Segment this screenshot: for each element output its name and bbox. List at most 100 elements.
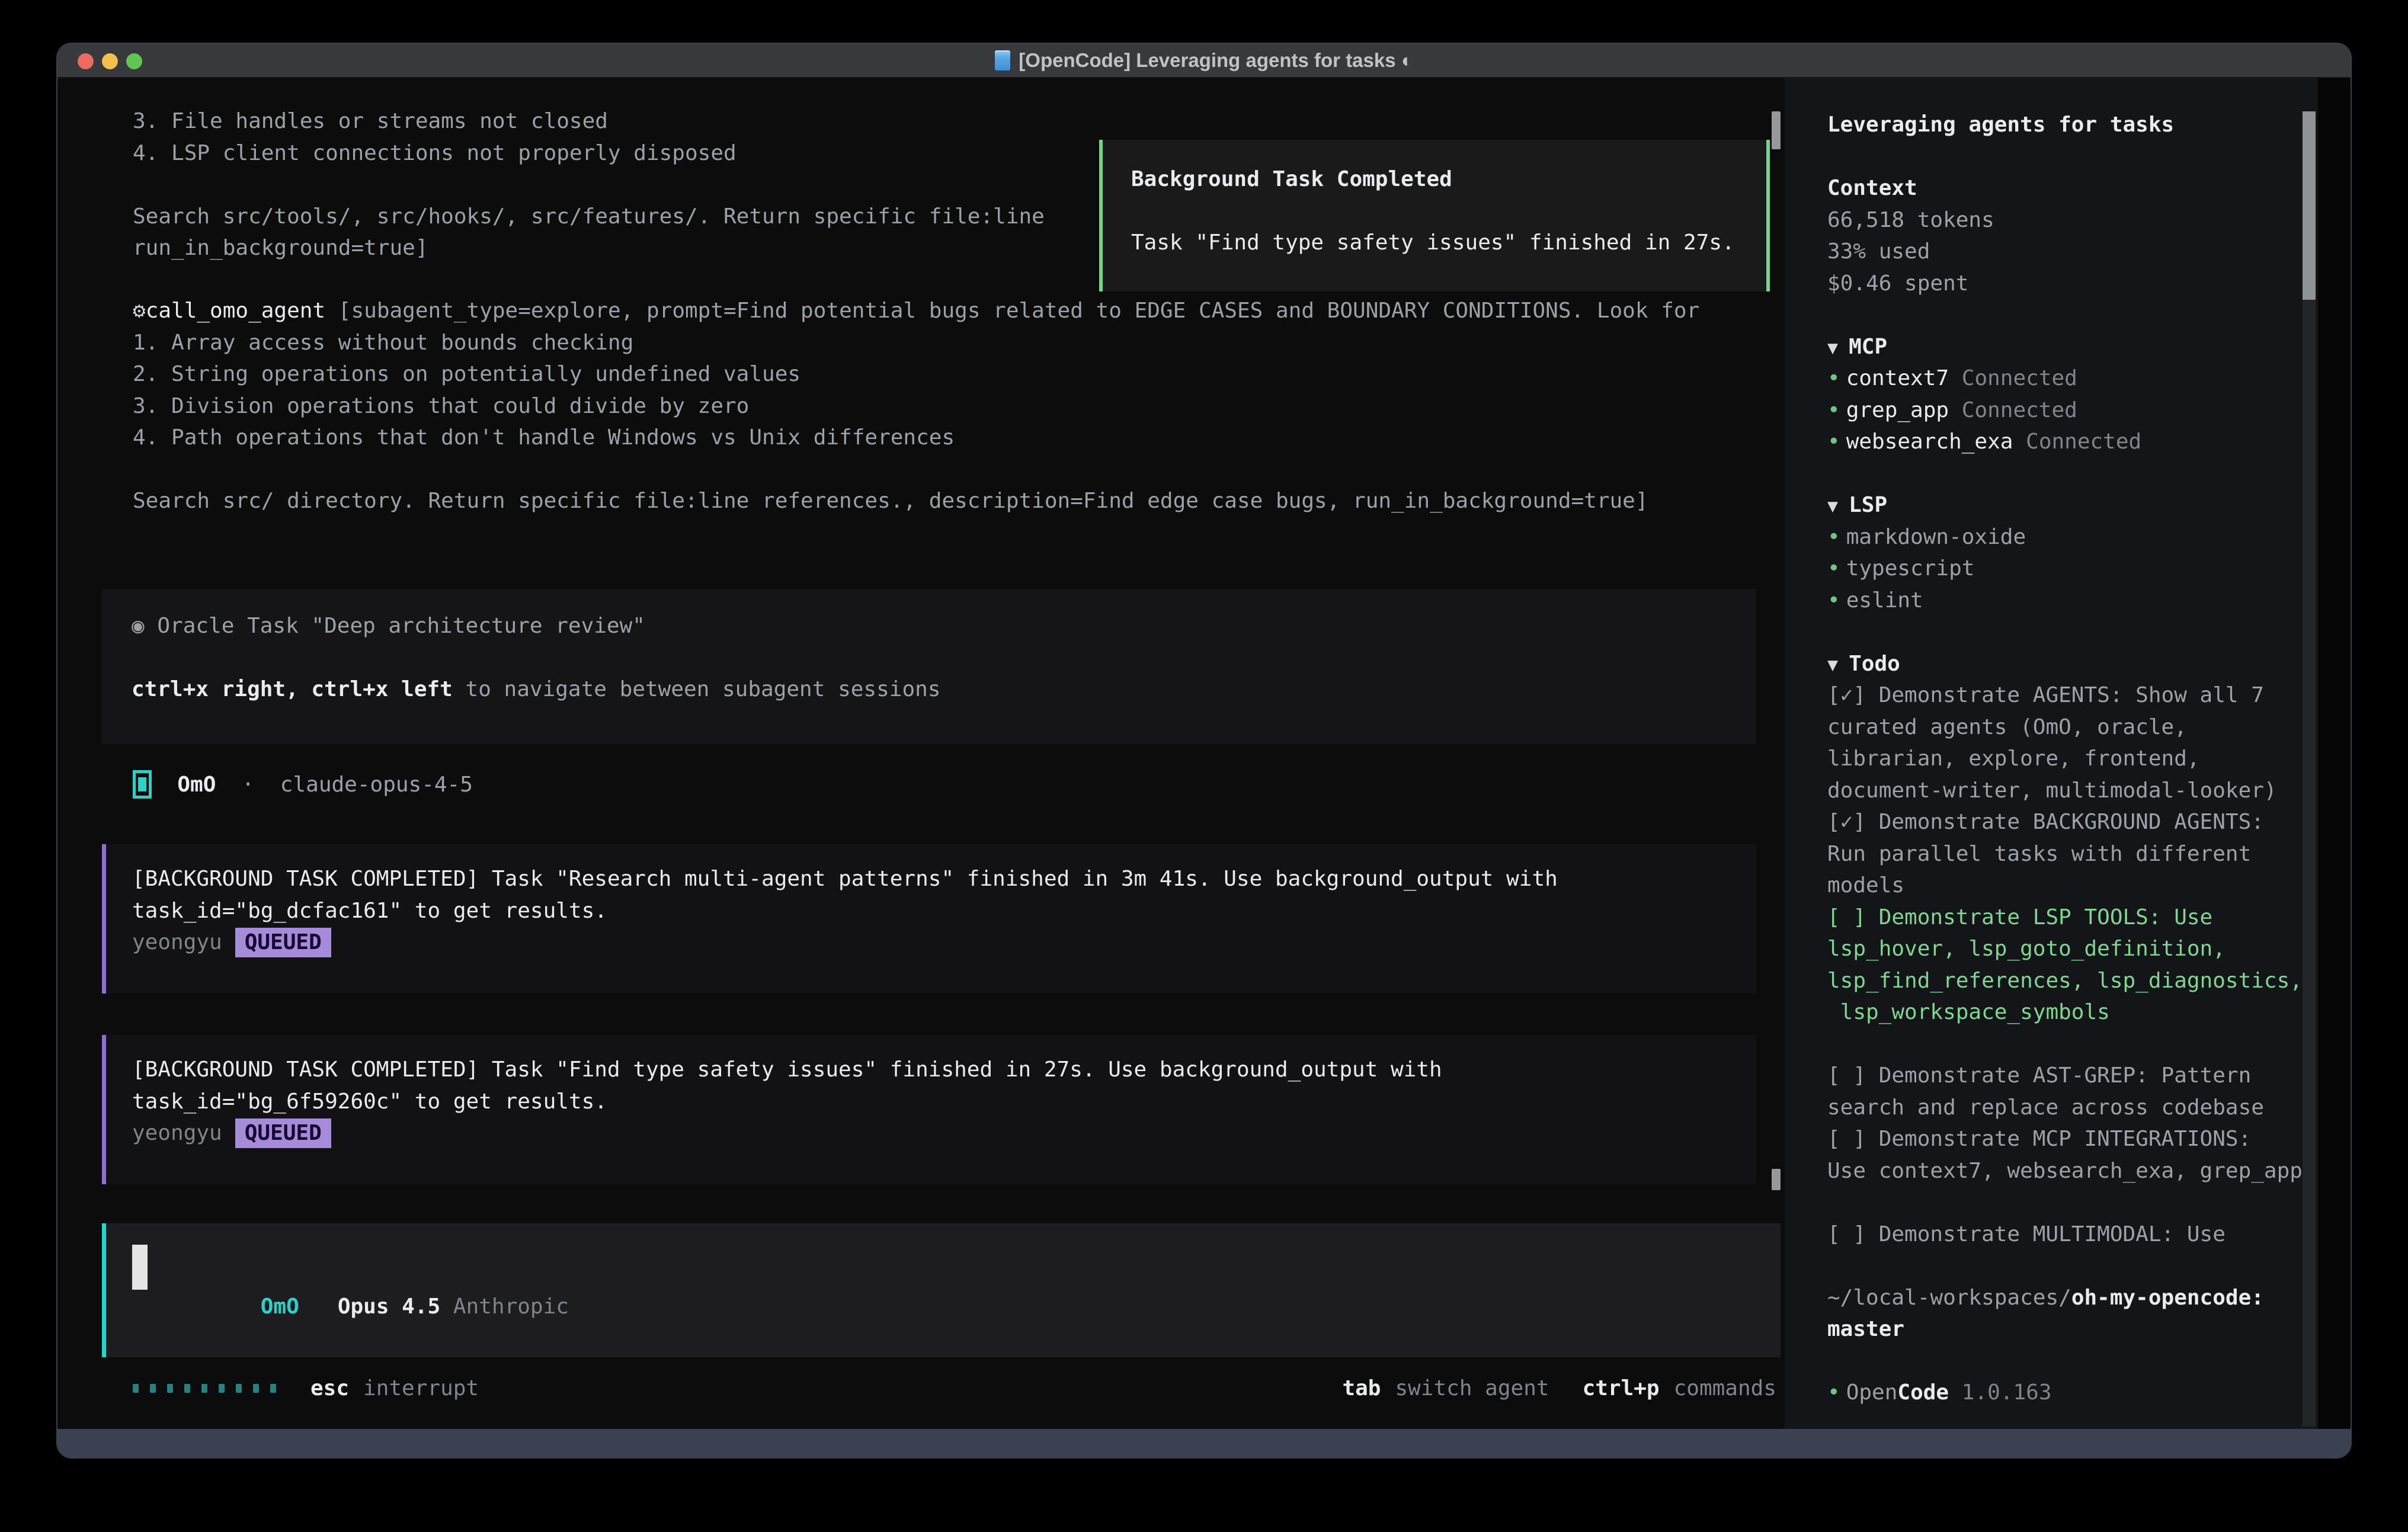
scrollback-line: run_in_background=true] (133, 232, 1045, 264)
agent-model: claude-opus-4-5 (280, 773, 473, 797)
titlebar: [OpenCode] Leveraging agents for tasks ◐ (57, 44, 2351, 78)
input-model-name[interactable]: Opus 4.5 (338, 1294, 440, 1319)
lsp-item: •markdown-oxide (1827, 521, 2294, 553)
tool-call-line: 1. Array access without bounds checking (133, 327, 1699, 359)
toast-body: Task "Find type safety issues" finished … (1131, 227, 1766, 259)
todo-line-active: lsp_find_references, lsp_diagnostics, (1827, 965, 2294, 997)
ctrlp-key-label: commands (1674, 1376, 1776, 1400)
background-task-result: [BACKGROUND TASK COMPLETED] Task "Find t… (102, 1035, 1756, 1184)
todo-line-active: lsp_hover, lsp_goto_definition, (1827, 933, 2294, 965)
window-title: [OpenCode] Leveraging agents for tasks ◐ (1019, 49, 1413, 72)
status-bullet-icon: • (1827, 1380, 1840, 1405)
status-bullet-icon: • (1827, 430, 1840, 454)
queued-badge: QUEUED (235, 928, 331, 957)
agent-name (152, 773, 177, 797)
tool-call-line: Search src/ directory. Return specific f… (133, 485, 1699, 517)
context-used: 33% used (1827, 236, 2294, 268)
task-result-line: task_id="bg_dcfac161" to get results. (132, 895, 1756, 927)
esc-key-hint: esc (310, 1376, 349, 1400)
background-task-result: [BACKGROUND TASK COMPLETED] Task "Resear… (102, 844, 1756, 993)
todo-line-done: Run parallel tasks with different (1827, 838, 2294, 870)
traffic-lights (78, 53, 142, 69)
todo-line-pending: search and replace across codebase (1827, 1092, 2294, 1124)
agent-square-icon (133, 770, 152, 799)
mcp-item: •context7 Connected (1827, 363, 2294, 395)
input-provider-name: Anthropic (453, 1294, 569, 1319)
workspace-path: ~/local-workspaces/oh-my-opencode: (1827, 1282, 2294, 1314)
esc-key-label: interrupt (363, 1376, 479, 1400)
collapse-triangle-icon: ▼ (1827, 338, 1849, 358)
close-button[interactable] (78, 53, 94, 69)
separator-dot: · (242, 773, 255, 797)
todo-line-pending: [ ] Demonstrate MCP INTEGRATIONS: (1827, 1123, 2294, 1155)
working-spinner-dots (133, 1384, 276, 1393)
task-user: yeongyu (132, 930, 222, 954)
sidebar-scrollbar-track[interactable] (2303, 111, 2316, 1427)
tool-call-line: 4. Path operations that don't handle Win… (133, 422, 1699, 454)
task-result-line: [BACKGROUND TASK COMPLETED] Task "Find t… (132, 1054, 1756, 1086)
todo-line-pending: [ ] Demonstrate AST-GREP: Pattern (1827, 1060, 2294, 1092)
task-user: yeongyu (132, 1121, 222, 1145)
chat-scrollbar-thumb[interactable] (1772, 111, 1781, 149)
minimize-button[interactable] (102, 53, 118, 69)
task-result-line: [BACKGROUND TASK COMPLETED] Task "Resear… (132, 863, 1756, 895)
todo-line-done: curated agents (OmO, oracle, (1827, 711, 2294, 743)
ctrlp-key-hint: ctrl+p (1583, 1376, 1660, 1400)
scrollback-text: 3. File handles or streams not closed 4.… (133, 105, 1045, 264)
todo-line-pending: Use context7, websearch_exa, grep_app (1827, 1155, 2294, 1187)
maximize-button[interactable] (126, 53, 142, 69)
status-bullet-icon: • (1827, 556, 1840, 581)
context-tokens: 66,518 tokens (1827, 204, 2294, 236)
task-result-line: task_id="bg_6f59260c" to get results. (132, 1086, 1756, 1118)
lsp-item: •typescript (1827, 553, 2294, 585)
status-bullet-icon: • (1827, 588, 1840, 613)
scrollback-line: Search src/tools/, src/hooks/, src/featu… (133, 201, 1045, 233)
oracle-task-title: ◉ Oracle Task "Deep architecture review" (132, 610, 1756, 642)
todo-line-done: [✓] Demonstrate BACKGROUND AGENTS: (1827, 806, 2294, 838)
chat-scrollbar-thumb[interactable] (1772, 1169, 1781, 1190)
queued-badge: QUEUED (235, 1118, 331, 1148)
todo-line-done: librarian, explore, frontend, (1827, 743, 2294, 775)
tool-call-line: 2. String operations on potentially unde… (133, 358, 1699, 390)
git-branch: master (1827, 1313, 2294, 1345)
document-icon (995, 50, 1010, 70)
mcp-item: •websearch_exa Connected (1827, 426, 2294, 458)
todo-line-done: models (1827, 870, 2294, 902)
status-bar: esc interrupt tab switch agent ctrl+p co… (133, 1373, 1776, 1404)
collapse-triangle-icon: ▼ (1827, 655, 1849, 675)
sidebar-scrollbar-thumb[interactable] (2303, 111, 2316, 300)
lsp-section-header[interactable]: ▼ LSP (1827, 489, 2294, 521)
chat-pane: 3. File handles or streams not closed 4.… (57, 78, 1785, 1429)
tool-name: call_omo_agent (146, 299, 325, 323)
scrollback-line: 4. LSP client connections not properly d… (133, 137, 1045, 169)
lsp-item: •eslint (1827, 585, 2294, 617)
opencode-version: •OpenCode 1.0.163 (1827, 1377, 2294, 1409)
mcp-item: •grep_app Connected (1827, 395, 2294, 427)
input-agent-name: OmO (261, 1294, 299, 1319)
tool-args: [subagent_type=explore, prompt=Find pote… (325, 299, 1699, 323)
status-bullet-icon: • (1827, 398, 1840, 422)
status-bullet-icon: • (1827, 366, 1840, 390)
todo-line-active: lsp_workspace_symbols (1827, 996, 2294, 1028)
tool-call-line: 3. Division operations that could divide… (133, 390, 1699, 422)
mcp-section-header[interactable]: ▼ MCP (1827, 331, 2294, 363)
agent-header: OmO · claude-opus-4-5 (133, 767, 473, 802)
todo-line-done: document-writer, multimodal-looker) (1827, 775, 2294, 807)
tool-call-block: ⚙call_omo_agent [subagent_type=explore, … (133, 295, 1699, 517)
oracle-task-card[interactable]: ◉ Oracle Task "Deep architecture review"… (102, 589, 1756, 744)
tab-key-hint: tab (1342, 1376, 1381, 1400)
scrollback-line: 3. File handles or streams not closed (133, 105, 1045, 137)
collapse-triangle-icon: ▼ (1827, 496, 1849, 517)
terminal-window: [OpenCode] Leveraging agents for tasks ◐… (56, 43, 2352, 1459)
prompt-input[interactable]: OmO Opus 4.5 Anthropic (102, 1223, 1781, 1357)
todo-section-header[interactable]: ▼ Todo (1827, 648, 2294, 680)
todo-line-pending: [ ] Demonstrate MULTIMODAL: Use (1827, 1219, 2294, 1251)
shortcut-keys: ctrl+x right, ctrl+x left (132, 677, 453, 701)
context-heading: Context (1827, 172, 2294, 204)
todo-line-done: [✓] Demonstrate AGENTS: Show all 7 (1827, 680, 2294, 711)
agent-name: OmO (177, 773, 216, 797)
window-right-gutter (2318, 78, 2351, 1429)
shortcut-hint: to navigate between subagent sessions (453, 677, 941, 701)
context-spent: $0.46 spent (1827, 268, 2294, 300)
session-sidebar: Leveraging agents for tasks Context 66,5… (1785, 78, 2318, 1429)
